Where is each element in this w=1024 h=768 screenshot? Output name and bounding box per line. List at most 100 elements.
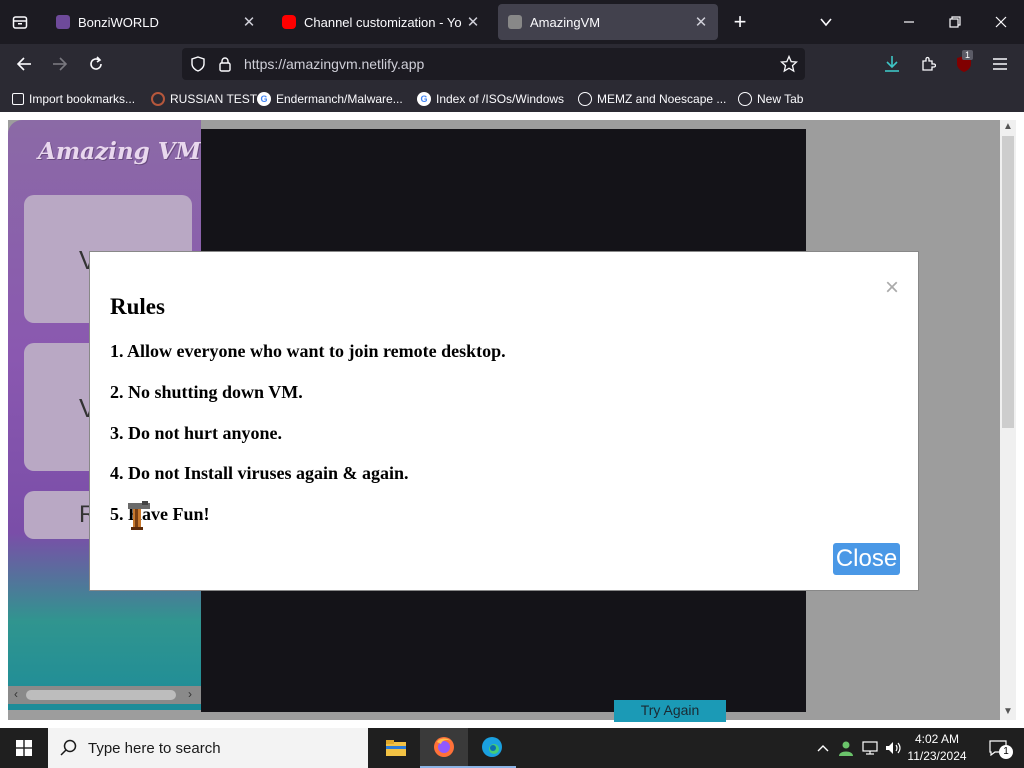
search-icon [60,739,77,756]
horizontal-scrollbar[interactable]: ‹ › [8,686,201,704]
firefox-taskbar-button[interactable] [420,728,468,768]
minimize-icon [904,21,914,23]
chevron-up-icon [817,745,829,752]
url-text[interactable]: https://amazingvm.netlify.app [244,56,424,72]
start-button[interactable] [0,728,48,768]
taskbar-search-box[interactable]: Type here to search [48,728,368,768]
bookmark-label: MEMZ and Noescape ... [597,92,727,106]
back-arrow-icon [16,57,31,71]
forward-button[interactable] [46,50,74,78]
restore-button[interactable] [934,4,976,40]
ublock-button[interactable]: 1 [950,50,978,78]
bookmark-label: RUSSIAN TEST [170,92,258,106]
close-button[interactable]: Close [833,543,900,575]
bookmark-endermanch[interactable]: G Endermanch/Malware... [257,90,403,108]
edge-taskbar-button[interactable] [468,728,516,768]
tab-title: BonziWORLD [78,14,159,30]
network-tray-button[interactable] [858,728,882,768]
amazingvm-favicon-icon [508,15,522,29]
close-tab-icon[interactable]: ✕ [238,13,260,31]
windows-logo-icon [16,740,32,756]
tab-youtube[interactable]: Channel customization - YouTube ✕ [272,4,490,40]
user-icon [839,741,853,756]
close-modal-icon[interactable]: × [882,276,902,300]
hamburger-menu-icon [993,58,1007,70]
windows-taskbar: Type here to search 4:02 AM 11/23/2024 1 [0,728,1024,768]
scroll-right-arrow-icon[interactable]: › [188,687,192,701]
bonzi-favicon-icon [56,15,70,29]
bookmarks-toolbar: Import bookmarks... RUSSIAN TEST G Ender… [0,86,1024,112]
vertical-scrollbar[interactable]: ▲ ▼ [1000,120,1016,720]
minimize-button[interactable] [888,4,930,40]
bookmark-isos[interactable]: G Index of /ISOs/Windows [417,90,564,108]
app-menu-button[interactable] [986,50,1014,78]
tab-strip: BonziWORLD ✕ Channel customization - You… [0,0,1024,44]
file-explorer-button[interactable] [372,728,420,768]
amazingvm-logo: Amazing VM [38,138,201,165]
url-bar[interactable]: https://amazingvm.netlify.app [182,48,805,80]
show-hidden-icons-button[interactable] [812,728,834,768]
rule-item: 2. No shutting down VM. [110,382,303,402]
restore-icon [949,16,961,28]
notification-badge: 1 [999,745,1013,759]
globe-icon [578,92,592,106]
close-tab-icon[interactable]: ✕ [462,13,484,31]
volume-icon [886,742,901,754]
bookmark-label: Import bookmarks... [29,92,136,106]
plus-icon: + [733,9,747,34]
bookmark-memz[interactable]: MEMZ and Noescape ... [578,90,726,108]
rule-item: 4. Do not Install viruses again & again. [110,463,409,483]
bookmark-label: New Tab [757,92,804,106]
folder-icon [386,740,406,756]
chevron-down-icon [820,18,832,27]
extensions-button[interactable] [914,50,942,78]
bookmark-new-tab[interactable]: New Tab [738,90,803,108]
bookmark-russian-test[interactable]: RUSSIAN TEST [151,90,257,108]
scroll-down-arrow-icon[interactable]: ▼ [1003,706,1013,717]
new-tab-button[interactable]: + [726,8,754,36]
forward-arrow-icon [53,57,68,71]
edge-icon [482,737,502,757]
globe-icon [738,92,752,106]
import-icon [12,93,24,105]
bookmark-label: Index of /ISOs/Windows [436,92,565,106]
clock-time: 4:02 AM [914,732,960,746]
site-icon [151,92,165,106]
volume-tray-button[interactable] [882,728,906,768]
taskbar-clock[interactable]: 4:02 AM 11/23/2024 [904,731,970,765]
firefox-view-icon [12,16,28,29]
clock-date: 11/23/2024 [907,749,967,763]
tab-bonziworld[interactable]: BonziWORLD ✕ [46,4,266,40]
close-window-button[interactable] [980,4,1022,40]
bookmark-import[interactable]: Import bookmarks... [12,90,135,108]
reload-button[interactable] [82,50,110,78]
bookmark-label: Endermanch/Malware... [276,92,403,106]
scroll-thumb[interactable] [26,690,176,700]
back-button[interactable] [10,50,38,78]
search-placeholder: Type here to search [88,740,221,757]
rules-modal: × Rules 1. Allow everyone who want to jo… [89,251,919,591]
scroll-up-arrow-icon[interactable]: ▲ [1003,121,1013,132]
tab-title: Channel customization - YouTube [304,14,462,30]
modal-title: Rules [110,294,165,319]
rule-item: 5. Have Fun! [110,504,210,524]
list-all-tabs-button[interactable] [812,8,840,36]
tab-amazingvm[interactable]: AmazingVM ✕ [498,4,718,40]
google-icon: G [417,92,431,106]
firefox-view-button[interactable] [6,8,34,36]
bookmark-star-icon[interactable] [780,55,798,73]
user-tray-button[interactable] [834,728,858,768]
notification-center-button[interactable]: 1 [978,728,1018,768]
reload-icon [90,56,102,70]
downloads-button[interactable] [878,50,906,78]
scroll-left-arrow-icon[interactable]: ‹ [14,687,18,701]
shield-icon[interactable] [190,56,206,72]
lock-icon[interactable] [218,56,232,72]
navigation-toolbar: https://amazingvm.netlify.app 1 [0,44,1024,86]
scroll-thumb[interactable] [1002,136,1014,428]
try-again-button[interactable]: Try Again [614,700,726,722]
close-tab-icon[interactable]: ✕ [690,13,712,31]
download-icon [885,56,899,72]
tab-title: AmazingVM [530,14,601,30]
ublock-badge: 1 [962,50,974,60]
